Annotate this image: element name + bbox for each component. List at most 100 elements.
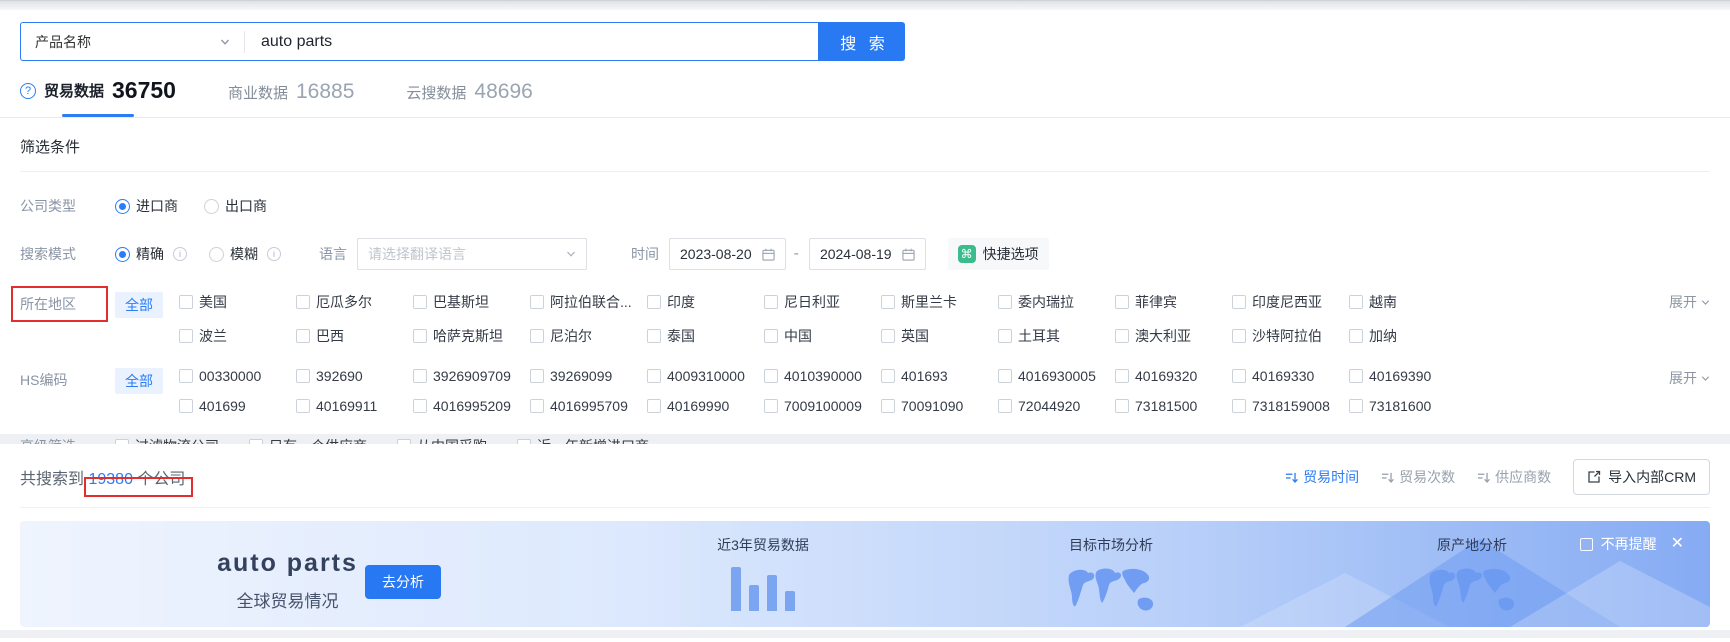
hs-checkbox-item[interactable]: 00330000: [179, 368, 296, 384]
hs-checkbox-item[interactable]: 72044920: [998, 398, 1115, 414]
hs-checkbox-item[interactable]: 401693: [881, 368, 998, 384]
checkbox-icon[interactable]: [647, 369, 661, 383]
radio-selected-icon[interactable]: [115, 246, 130, 262]
checkbox-icon[interactable]: [530, 369, 544, 383]
hs-checkbox-item[interactable]: 4010390000: [764, 368, 881, 384]
radio-selected-icon[interactable]: [115, 198, 130, 214]
region-checkbox-item[interactable]: 印度尼西亚: [1232, 292, 1349, 312]
checkbox-icon[interactable]: [413, 369, 427, 383]
checkbox-icon[interactable]: [413, 295, 427, 309]
import-crm-button[interactable]: 导入内部CRM: [1573, 459, 1710, 495]
checkbox-icon[interactable]: [1115, 329, 1129, 343]
region-checkbox-item[interactable]: 土耳其: [998, 326, 1115, 346]
hs-expand-link[interactable]: 展开: [1669, 368, 1710, 388]
region-checkbox-item[interactable]: 尼日利亚: [764, 292, 881, 312]
language-select[interactable]: 请选择翻译语言: [357, 238, 587, 270]
checkbox-icon[interactable]: [764, 369, 778, 383]
quick-options-button[interactable]: ⌘ 快捷选项: [947, 238, 1049, 270]
hs-checkbox-item[interactable]: 4016995209: [413, 398, 530, 414]
hs-checkbox-item[interactable]: 4016995709: [530, 398, 647, 414]
checkbox-icon[interactable]: [413, 329, 427, 343]
region-checkbox-item[interactable]: 斯里兰卡: [881, 292, 998, 312]
checkbox-icon[interactable]: [179, 369, 193, 383]
checkbox-icon[interactable]: [1115, 399, 1129, 413]
checkbox-icon[interactable]: [296, 369, 310, 383]
checkbox-icon[interactable]: [764, 329, 778, 343]
close-icon[interactable]: ✕: [1671, 536, 1684, 552]
hs-checkbox-item[interactable]: 40169390: [1349, 368, 1466, 384]
checkbox-icon[interactable]: [1232, 399, 1246, 413]
region-checkbox-item[interactable]: 巴西: [296, 326, 413, 346]
checkbox-icon[interactable]: [1232, 369, 1246, 383]
checkbox-icon[interactable]: [1349, 329, 1363, 343]
hs-checkbox-item[interactable]: 7009100009: [764, 398, 881, 414]
checkbox-icon[interactable]: [530, 329, 544, 343]
region-checkbox-item[interactable]: 巴基斯坦: [413, 292, 530, 312]
checkbox-icon[interactable]: [998, 399, 1012, 413]
checkbox-icon[interactable]: [1232, 329, 1246, 343]
hs-checkbox-item[interactable]: 40169911: [296, 398, 413, 414]
end-date-picker[interactable]: 2024-08-19: [808, 238, 926, 270]
region-checkbox-item[interactable]: 美国: [179, 292, 296, 312]
checkbox-icon[interactable]: [1232, 295, 1246, 309]
region-checkbox-item[interactable]: 中国: [764, 326, 881, 346]
hs-checkbox-item[interactable]: 39269099: [530, 368, 647, 384]
checkbox-icon[interactable]: [179, 329, 193, 343]
region-checkbox-item[interactable]: 委内瑞拉: [998, 292, 1115, 312]
checkbox-icon[interactable]: [647, 399, 661, 413]
search-button[interactable]: 搜 索: [818, 22, 905, 61]
checkbox-icon[interactable]: [413, 399, 427, 413]
hs-checkbox-item[interactable]: 3926909709: [413, 368, 530, 384]
hs-checkbox-item[interactable]: 4016930005: [998, 368, 1115, 384]
search-category-select[interactable]: 产品名称: [21, 23, 244, 60]
region-checkbox-item[interactable]: 印度: [647, 292, 764, 312]
hs-checkbox-item[interactable]: 392690: [296, 368, 413, 384]
region-checkbox-item[interactable]: 英国: [881, 326, 998, 346]
checkbox-icon[interactable]: [179, 295, 193, 309]
checkbox-icon[interactable]: [998, 369, 1012, 383]
question-circle-icon[interactable]: ?: [20, 82, 36, 99]
search-input[interactable]: [245, 23, 818, 60]
region-expand-link[interactable]: 展开: [1669, 292, 1710, 312]
checkbox-icon[interactable]: [764, 295, 778, 309]
hs-checkbox-item[interactable]: 70091090: [881, 398, 998, 414]
checkbox-icon[interactable]: [530, 399, 544, 413]
region-checkbox-item[interactable]: 澳大利亚: [1115, 326, 1232, 346]
region-checkbox-item[interactable]: 加纳: [1349, 326, 1466, 346]
hs-checkbox-item[interactable]: 40169330: [1232, 368, 1349, 384]
region-checkbox-item[interactable]: 尼泊尔: [530, 326, 647, 346]
radio-exact-mode[interactable]: 精确 i: [115, 244, 187, 264]
checkbox-icon[interactable]: [1115, 369, 1129, 383]
region-checkbox-item[interactable]: 越南: [1349, 292, 1466, 312]
radio-unselected-icon[interactable]: [204, 198, 219, 214]
region-checkbox-item[interactable]: 沙特阿拉伯: [1232, 326, 1349, 346]
checkbox-icon[interactable]: [530, 295, 544, 309]
hs-all-badge[interactable]: 全部: [115, 368, 163, 394]
hs-checkbox-item[interactable]: 40169990: [647, 398, 764, 414]
hs-checkbox-item[interactable]: 73181500: [1115, 398, 1232, 414]
checkbox-icon[interactable]: [881, 295, 895, 309]
tab-trade-data[interactable]: ? 贸易数据 36750: [20, 77, 176, 117]
checkbox-icon[interactable]: [296, 399, 310, 413]
checkbox-icon[interactable]: [1349, 295, 1363, 309]
hs-checkbox-item[interactable]: 7318159008: [1232, 398, 1349, 414]
checkbox-icon[interactable]: [998, 329, 1012, 343]
tab-cloud-search-data[interactable]: 云搜数据 48696: [406, 80, 532, 117]
info-icon[interactable]: i: [267, 247, 281, 261]
dismiss-checkbox[interactable]: [1579, 537, 1593, 551]
checkbox-icon[interactable]: [179, 399, 193, 413]
region-checkbox-item[interactable]: 厄瓜多尔: [296, 292, 413, 312]
radio-unselected-icon[interactable]: [209, 246, 224, 262]
region-checkbox-item[interactable]: 阿拉伯联合...: [530, 292, 647, 312]
checkbox-icon[interactable]: [1349, 399, 1363, 413]
radio-importer[interactable]: 进口商: [115, 196, 178, 216]
hs-checkbox-item[interactable]: 401699: [179, 398, 296, 414]
region-checkbox-item[interactable]: 哈萨克斯坦: [413, 326, 530, 346]
region-all-badge[interactable]: 全部: [115, 292, 163, 318]
checkbox-icon[interactable]: [296, 295, 310, 309]
tab-business-data[interactable]: 商业数据 16885: [228, 80, 354, 117]
checkbox-icon[interactable]: [296, 329, 310, 343]
checkbox-icon[interactable]: [881, 369, 895, 383]
checkbox-icon[interactable]: [647, 329, 661, 343]
hs-checkbox-item[interactable]: 73181600: [1349, 398, 1466, 414]
